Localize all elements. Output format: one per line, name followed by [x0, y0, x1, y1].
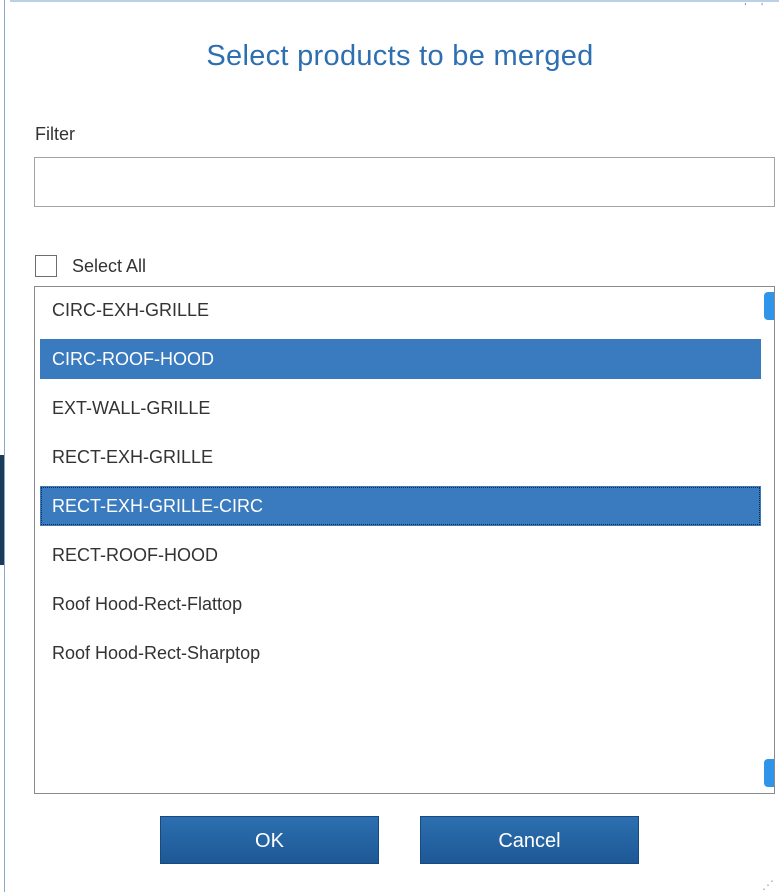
- products-listbox[interactable]: CIRC-EXH-GRILLE CIRC-ROOF-HOOD EXT-WALL-…: [34, 286, 775, 794]
- window-left-edge: [0, 0, 5, 892]
- list-item[interactable]: Roof Hood-Rect-Sharptop: [40, 633, 761, 673]
- filter-input[interactable]: [34, 157, 775, 207]
- select-all-checkbox[interactable]: [35, 255, 57, 277]
- window-top-marks: ' ': [744, 2, 769, 13]
- resize-grip-icon[interactable]: ⋰: [762, 879, 775, 891]
- select-all-row[interactable]: Select All: [35, 252, 146, 280]
- ok-button[interactable]: OK: [160, 816, 379, 864]
- list-item[interactable]: Roof Hood-Rect-Flattop: [40, 584, 761, 624]
- select-all-label: Select All: [72, 255, 147, 276]
- filter-label: Filter: [35, 124, 75, 144]
- scrollbar-top-handle[interactable]: [764, 292, 774, 320]
- list-item[interactable]: CIRC-ROOF-HOOD: [40, 339, 761, 379]
- list-item[interactable]: RECT-EXH-GRILLE-CIRC: [40, 486, 761, 526]
- cancel-button[interactable]: Cancel: [420, 816, 639, 864]
- list-item-label: Roof Hood-Rect-Sharptop: [52, 643, 261, 663]
- list-item[interactable]: RECT-ROOF-HOOD: [40, 535, 761, 575]
- list-item[interactable]: RECT-EXH-GRILLE: [40, 437, 761, 477]
- merge-products-dialog: ' ' Select products to be merged Filter …: [0, 0, 779, 892]
- dialog-title: Select products to be merged: [206, 40, 594, 72]
- scrollbar-bottom-handle[interactable]: [764, 759, 774, 787]
- list-item-label: EXT-WALL-GRILLE: [52, 398, 211, 418]
- list-item-label: CIRC-EXH-GRILLE: [52, 300, 210, 320]
- list-item-label: RECT-EXH-GRILLE-CIRC: [52, 496, 264, 516]
- window-edge-shadow: [0, 455, 4, 565]
- list-item-label: CIRC-ROOF-HOOD: [52, 349, 214, 369]
- list-item-label: RECT-EXH-GRILLE: [52, 447, 214, 467]
- list-item[interactable]: CIRC-EXH-GRILLE: [40, 290, 761, 330]
- list-item-label: RECT-ROOF-HOOD: [52, 545, 218, 565]
- window-top-edge: [10, 0, 779, 2]
- list-item[interactable]: EXT-WALL-GRILLE: [40, 388, 761, 428]
- list-item-label: Roof Hood-Rect-Flattop: [52, 594, 243, 614]
